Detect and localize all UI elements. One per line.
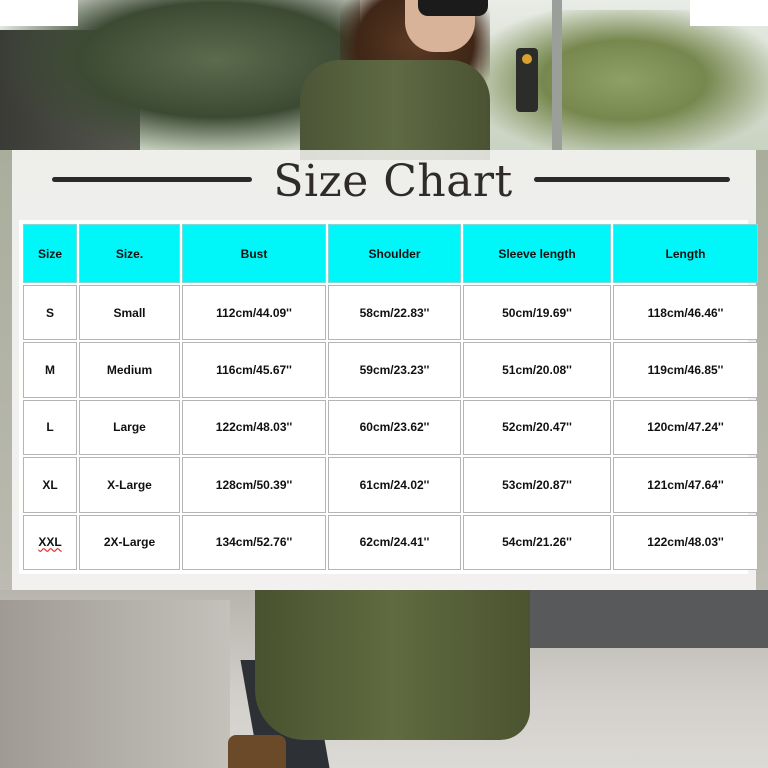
cell-size-name: Large [79,399,180,456]
cell-shoulder: 62cm/24.41'' [328,514,461,570]
cell-bust: 116cm/45.67'' [182,342,326,398]
header-length: Length [613,224,758,283]
cell-bust: 122cm/48.03'' [182,399,326,456]
header-size: Size [23,224,77,283]
table-row: M Medium 116cm/45.67'' 59cm/23.23'' 51cm… [23,342,758,398]
white-corner [0,0,78,26]
table-row: S Small 112cm/44.09'' 58cm/22.83'' 50cm/… [23,285,758,341]
cell-shoulder: 59cm/23.23'' [328,342,461,398]
cell-size: XL [23,457,77,513]
background-curb [0,600,230,768]
title-row: Size Chart [12,150,756,212]
header-shoulder: Shoulder [328,224,461,283]
title-rule-left [52,177,252,182]
size-table-container: Size Size. Bust Shoulder Sleeve length L… [19,220,758,574]
cell-size-text: XXL [38,535,62,550]
header-bust: Bust [182,224,326,283]
table-row: XXL 2X-Large 134cm/52.76'' 62cm/24.41'' … [23,514,758,570]
cell-length: 122cm/48.03'' [613,514,758,570]
cell-shoulder: 61cm/24.02'' [328,457,461,513]
cell-length: 119cm/46.85'' [613,342,758,398]
size-table: Size Size. Bust Shoulder Sleeve length L… [21,222,760,572]
model-sunglasses [418,0,488,16]
background-road [510,590,768,648]
cell-sleeve-length: 52cm/20.47'' [463,399,611,456]
coat-hem [255,590,530,740]
table-row: XL X-Large 128cm/50.39'' 61cm/24.02'' 53… [23,457,758,513]
cell-sleeve-length: 50cm/19.69'' [463,285,611,341]
traffic-light-lamp [522,54,532,64]
product-image: Size Chart Size Size. Bust Shoulder Slee… [0,0,768,768]
cell-size: S [23,285,77,341]
table-header-row: Size Size. Bust Shoulder Sleeve length L… [23,224,758,283]
cell-bust: 134cm/52.76'' [182,514,326,570]
size-chart-panel: Size Chart Size Size. Bust Shoulder Slee… [12,150,758,590]
cell-shoulder: 58cm/22.83'' [328,285,461,341]
cell-sleeve-length: 54cm/21.26'' [463,514,611,570]
header-size-name: Size. [79,224,180,283]
table-row: L Large 122cm/48.03'' 60cm/23.62'' 52cm/… [23,399,758,456]
cell-size: L [23,399,77,456]
size-chart-title: Size Chart [273,155,513,207]
cell-bust: 128cm/50.39'' [182,457,326,513]
cell-size-name: X-Large [79,457,180,513]
cell-bust: 112cm/44.09'' [182,285,326,341]
cell-sleeve-length: 53cm/20.87'' [463,457,611,513]
cell-length: 121cm/47.64'' [613,457,758,513]
model-boot [228,735,286,768]
cell-length: 120cm/47.24'' [613,399,758,456]
cell-shoulder: 60cm/23.62'' [328,399,461,456]
cell-size-name: Medium [79,342,180,398]
title-rule-right [534,177,730,182]
cell-length: 118cm/46.46'' [613,285,758,341]
coat-upper [300,60,490,160]
cell-size: M [23,342,77,398]
cell-sleeve-length: 51cm/20.08'' [463,342,611,398]
white-corner [690,0,768,26]
cell-size-name: 2X-Large [79,514,180,570]
cell-size-name: Small [79,285,180,341]
cell-size: XXL [23,514,77,570]
background-pole [552,0,562,150]
header-sleeve-length: Sleeve length [463,224,611,283]
